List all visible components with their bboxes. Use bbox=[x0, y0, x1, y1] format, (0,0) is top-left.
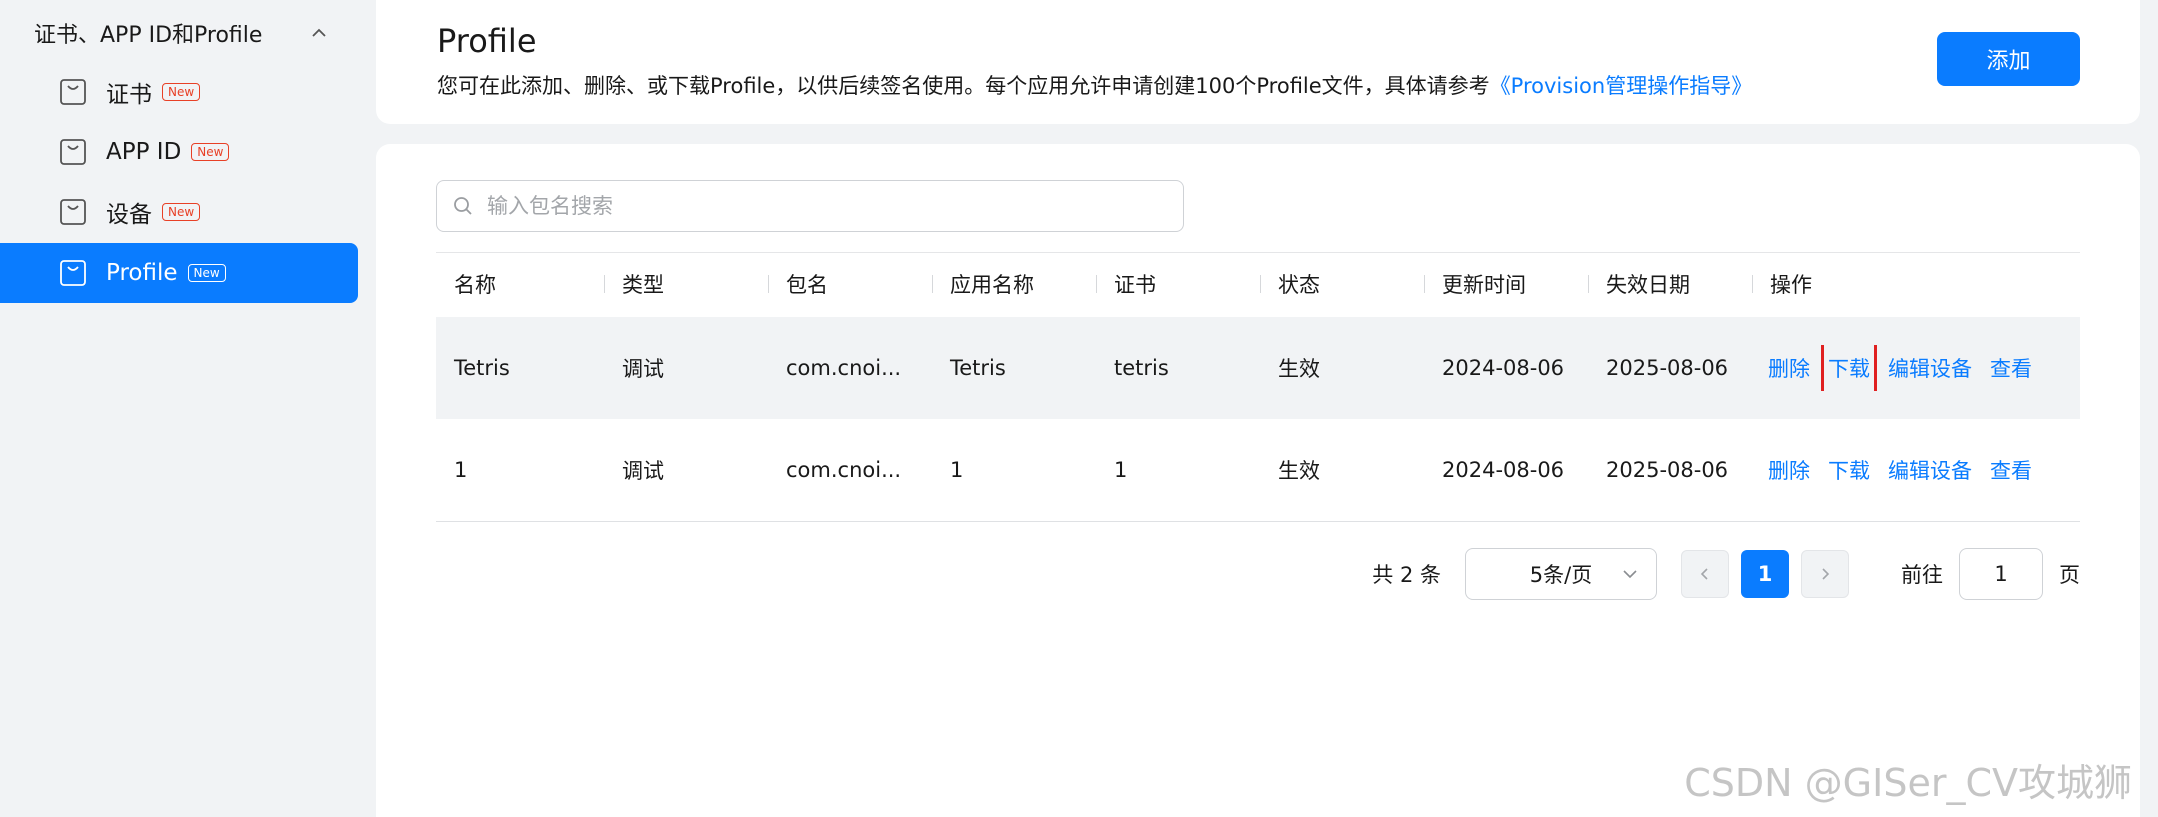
sidebar-item-label: APP ID bbox=[106, 139, 182, 165]
chevron-left-icon bbox=[1698, 562, 1712, 586]
goto-page-input[interactable] bbox=[1959, 548, 2043, 600]
sidebar-item-label: 证书 bbox=[106, 82, 152, 108]
cell-app-name: Tetris bbox=[950, 356, 1006, 380]
cell-status: 生效 bbox=[1278, 357, 1320, 381]
sidebar-item-profile[interactable]: Profile New bbox=[0, 243, 358, 303]
column-header-expires: 失效日期 bbox=[1588, 271, 1752, 299]
goto-label: 前往 bbox=[1901, 563, 1943, 587]
page-number-button[interactable]: 1 bbox=[1741, 550, 1789, 598]
new-badge: New bbox=[162, 203, 201, 221]
cell-updated: 2024-08-06 bbox=[1442, 458, 1565, 482]
chevron-right-icon bbox=[1818, 562, 1832, 586]
page-size-value: 5条/页 bbox=[1529, 563, 1593, 587]
search-icon bbox=[453, 195, 475, 217]
cell-status: 生效 bbox=[1278, 459, 1320, 483]
next-page-button[interactable] bbox=[1801, 550, 1849, 598]
column-header-package: 包名 bbox=[768, 271, 932, 299]
new-badge: New bbox=[162, 83, 201, 101]
cell-actions: 删除 下载 编辑设备 查看 bbox=[1752, 447, 2080, 493]
edit-devices-link[interactable]: 编辑设备 bbox=[1884, 447, 1976, 493]
sidebar-item-label: Profile bbox=[106, 260, 178, 286]
bag-icon bbox=[58, 137, 88, 167]
cell-certificate: 1 bbox=[1114, 458, 1128, 482]
cell-type: 调试 bbox=[622, 357, 664, 381]
app-root: 证书、APP ID和Profile 证书 New APP ID New 设备 N… bbox=[0, 0, 2158, 817]
table-row: 1 调试 com.cnoi... 1 1 生效 2024-08-06 2025-… bbox=[436, 419, 2080, 522]
sidebar-group-header[interactable]: 证书、APP ID和Profile bbox=[34, 14, 334, 52]
download-link[interactable]: 下载 bbox=[1821, 345, 1877, 391]
view-link[interactable]: 查看 bbox=[1986, 447, 2036, 493]
header-card: Profile 您可在此添加、删除、或下载Profile，以供后续签名使用。每个… bbox=[376, 0, 2140, 124]
cell-actions: 删除 下载 编辑设备 查看 bbox=[1752, 345, 2080, 391]
view-link[interactable]: 查看 bbox=[1986, 345, 2036, 391]
cell-package: com.cnoi... bbox=[786, 356, 902, 380]
bag-icon bbox=[58, 77, 88, 107]
cell-updated: 2024-08-06 bbox=[1442, 356, 1565, 380]
sidebar-item-label: 设备 bbox=[106, 202, 152, 228]
edit-devices-link[interactable]: 编辑设备 bbox=[1884, 345, 1976, 391]
column-header-actions: 操作 bbox=[1752, 271, 2080, 299]
column-header-app-name: 应用名称 bbox=[932, 271, 1096, 299]
sidebar-item-device[interactable]: 设备 New bbox=[0, 182, 358, 242]
page-title: Profile bbox=[437, 22, 537, 60]
provision-guide-link[interactable]: 《Provision管理操作指导》 bbox=[1490, 74, 1753, 98]
page-size-select[interactable]: 5条/页 bbox=[1465, 548, 1657, 600]
cell-certificate: tetris bbox=[1114, 356, 1169, 380]
total-count: 共 2 条 bbox=[1372, 563, 1441, 587]
cell-type: 调试 bbox=[622, 459, 664, 483]
cell-package: com.cnoi... bbox=[786, 458, 902, 482]
cell-expires: 2025-08-06 bbox=[1606, 356, 1729, 380]
main-card: 名称 类型 包名 应用名称 证书 状态 更新时间 失效日期 操作 Tetris … bbox=[376, 144, 2140, 817]
download-link[interactable]: 下载 bbox=[1824, 447, 1874, 493]
sidebar-item-app-id[interactable]: APP ID New bbox=[0, 122, 358, 182]
search-input[interactable] bbox=[485, 185, 1169, 227]
cell-name: 1 bbox=[454, 458, 468, 482]
column-header-name: 名称 bbox=[454, 273, 496, 297]
cell-expires: 2025-08-06 bbox=[1606, 458, 1729, 482]
cell-app-name: 1 bbox=[950, 458, 964, 482]
sidebar: 证书、APP ID和Profile 证书 New APP ID New 设备 N… bbox=[0, 0, 362, 817]
prev-page-button[interactable] bbox=[1681, 550, 1729, 598]
description-text: 您可在此添加、删除、或下载Profile，以供后续签名使用。每个应用允许申请创建… bbox=[437, 74, 1490, 98]
page-description: 您可在此添加、删除、或下载Profile，以供后续签名使用。每个应用允许申请创建… bbox=[437, 70, 1752, 100]
search-box[interactable] bbox=[436, 180, 1184, 232]
chevron-down-icon bbox=[1620, 564, 1642, 586]
delete-link[interactable]: 删除 bbox=[1764, 447, 1814, 493]
new-badge: New bbox=[191, 143, 230, 161]
pagination: 共 2 条 5条/页 1 前往 页 bbox=[1372, 548, 2080, 600]
column-header-updated: 更新时间 bbox=[1424, 271, 1588, 299]
bag-icon bbox=[58, 197, 88, 227]
column-header-certificate: 证书 bbox=[1096, 271, 1260, 299]
column-header-type: 类型 bbox=[604, 271, 768, 299]
add-button[interactable]: 添加 bbox=[1937, 32, 2080, 86]
sidebar-item-certificate[interactable]: 证书 New bbox=[0, 62, 358, 122]
table-row: Tetris 调试 com.cnoi... Tetris tetris 生效 2… bbox=[436, 317, 2080, 419]
sidebar-group-label: 证书、APP ID和Profile bbox=[34, 23, 263, 48]
new-badge: New bbox=[187, 264, 226, 282]
profile-table: 名称 类型 包名 应用名称 证书 状态 更新时间 失效日期 操作 Tetris … bbox=[436, 252, 2080, 522]
watermark: CSDN @GISer_CV攻城狮 bbox=[1684, 761, 2132, 805]
delete-link[interactable]: 删除 bbox=[1764, 345, 1814, 391]
page-suffix: 页 bbox=[2059, 563, 2080, 587]
column-header-status: 状态 bbox=[1260, 271, 1424, 299]
chevron-up-icon bbox=[308, 22, 330, 44]
cell-name: Tetris bbox=[454, 356, 510, 380]
table-header: 名称 类型 包名 应用名称 证书 状态 更新时间 失效日期 操作 bbox=[436, 253, 2080, 317]
bag-icon bbox=[58, 258, 88, 288]
